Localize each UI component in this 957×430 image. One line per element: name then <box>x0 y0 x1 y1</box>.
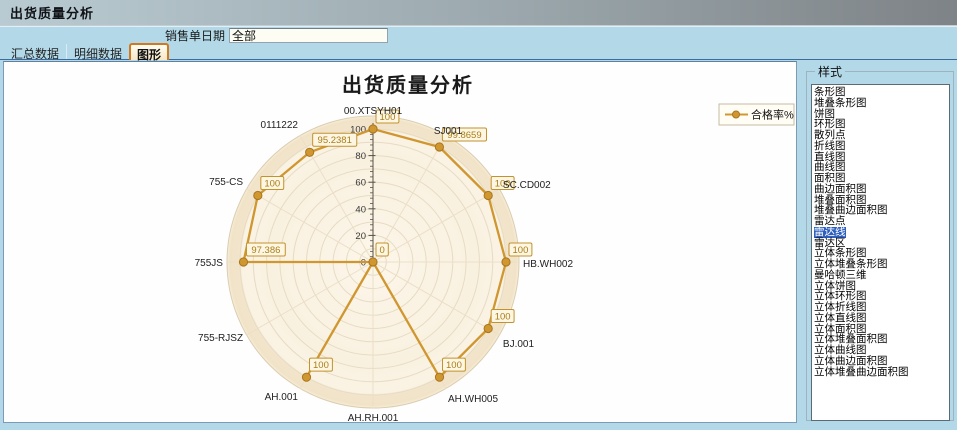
data-point[interactable] <box>435 373 443 381</box>
chart-text: SJ001 <box>434 126 463 137</box>
chart-text: 100 <box>495 311 511 322</box>
style-panel: 样式 条形图堆叠条形图饼图环形图散列点折线图直线图曲线图面积图曲边面积图堆叠面积… <box>800 61 955 425</box>
style-option-label: 立体直线图 <box>814 313 867 324</box>
style-option[interactable]: 雷达线 <box>814 227 949 238</box>
tab-summary-data[interactable]: 汇总数据 <box>4 44 66 59</box>
data-point[interactable] <box>502 258 510 266</box>
chart-text: 0 <box>380 245 385 256</box>
data-point[interactable] <box>302 373 310 381</box>
style-option-label: 立体堆叠曲边面积图 <box>814 367 909 378</box>
data-point[interactable] <box>306 148 314 156</box>
chart-text: 97.386 <box>251 245 280 256</box>
style-option-label: 堆叠条形图 <box>814 98 867 109</box>
chart-text: AH.001 <box>265 392 299 403</box>
data-point[interactable] <box>254 191 262 199</box>
chart-text: BJ.001 <box>503 339 535 350</box>
style-listbox[interactable]: 条形图堆叠条形图饼图环形图散列点折线图直线图曲线图面积图曲边面积图堆叠面积图堆叠… <box>811 84 950 421</box>
chart-text: 80 <box>355 151 366 162</box>
style-option-label: 曲边面积图 <box>814 184 867 195</box>
data-point[interactable] <box>369 125 377 133</box>
tab-strip: 汇总数据 明细数据 图形 <box>0 44 957 60</box>
data-point[interactable] <box>484 324 492 332</box>
chart-text: 20 <box>355 231 366 242</box>
data-point[interactable] <box>435 143 443 151</box>
style-option-label: 立体曲边面积图 <box>814 356 888 367</box>
tab-chart[interactable]: 图形 <box>129 43 169 60</box>
style-option-label: 雷达线 <box>814 227 846 238</box>
sales-date-label: 销售单日期 <box>165 27 225 44</box>
style-option[interactable]: 折线图 <box>814 141 949 152</box>
style-option[interactable]: 曼哈顿三维 <box>814 270 949 281</box>
filter-bar: 销售单日期 <box>0 26 957 44</box>
style-option[interactable]: 立体直线图 <box>814 313 949 324</box>
content-area: 02040608010010099.8659100100100100010097… <box>0 60 957 424</box>
chart-text: 00.XTSYH01 <box>344 106 403 117</box>
chart-text: 100 <box>264 178 280 189</box>
tab-detail-data[interactable]: 明细数据 <box>66 44 129 59</box>
style-option[interactable]: 堆叠条形图 <box>814 98 949 109</box>
chart-text: 755-RJSZ <box>198 333 243 344</box>
chart-panel: 02040608010010099.8659100100100100010097… <box>3 61 797 423</box>
chart-text: 100 <box>513 245 529 256</box>
style-option[interactable]: 立体堆叠曲边面积图 <box>814 367 949 378</box>
sales-date-input[interactable] <box>229 28 388 43</box>
chart-text: HB.WH002 <box>523 259 573 270</box>
window-titlebar: 出货质量分析 <box>0 0 957 26</box>
radar-chart: 02040608010010099.8659100100100100010097… <box>4 62 798 423</box>
style-option[interactable]: 立体曲边面积图 <box>814 356 949 367</box>
chart-text: 40 <box>355 204 366 215</box>
chart-text: AH.RH.001 <box>348 413 399 423</box>
legend-label: 合格率% <box>751 108 794 122</box>
chart-text: 100 <box>313 360 329 371</box>
style-groupbox: 样式 条形图堆叠条形图饼图环形图散列点折线图直线图曲线图面积图曲边面积图堆叠面积… <box>806 63 954 421</box>
chart-title: 出货质量分析 <box>342 73 474 97</box>
style-option-label: 曼哈顿三维 <box>814 270 867 281</box>
legend-marker-dot <box>733 111 740 118</box>
style-option-label: 折线图 <box>814 141 846 152</box>
chart-text: 100 <box>446 360 462 371</box>
chart-text: 95.2381 <box>318 135 352 146</box>
data-point[interactable] <box>369 258 377 266</box>
chart-text: 0111222 <box>261 120 299 131</box>
chart-text: 755-CS <box>209 177 243 188</box>
chart-text: 755JS <box>195 258 224 269</box>
style-option[interactable]: 曲边面积图 <box>814 184 949 195</box>
chart-text: 60 <box>355 178 366 189</box>
style-groupbox-title: 样式 <box>815 63 845 80</box>
data-point[interactable] <box>239 258 247 266</box>
chart-text: AH.WH005 <box>448 394 498 405</box>
data-point[interactable] <box>484 191 492 199</box>
window-title: 出货质量分析 <box>10 3 94 22</box>
chart-text: SC.CD002 <box>503 180 551 191</box>
